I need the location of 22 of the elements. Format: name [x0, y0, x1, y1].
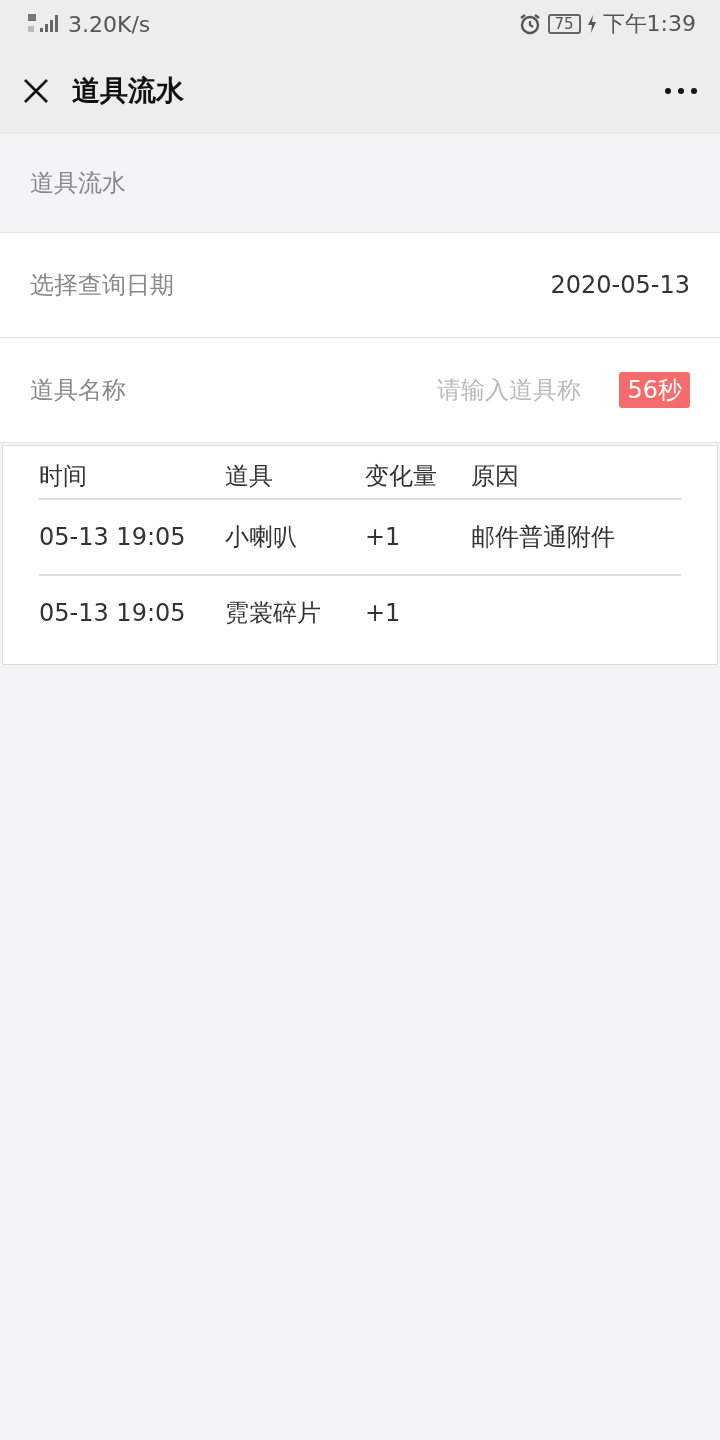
battery-level: 75 [547, 14, 581, 34]
table-cell-text: 05-13 19:05 [39, 599, 187, 627]
table-cell-text: 05-13 19:05 [39, 523, 187, 551]
network-speed: 3.20K/s [68, 11, 151, 37]
date-picker-row[interactable]: 选择查询日期 2020-05-13 [0, 233, 720, 338]
countdown-badge: 56秒 [619, 372, 690, 408]
table-cell-text: 霓裳碎片 [225, 598, 322, 629]
page-title: 道具流水 [72, 73, 184, 109]
column-header: 道具 [225, 461, 274, 492]
column-header: 原因 [471, 461, 519, 492]
table-cell-text: +1 [365, 523, 402, 551]
close-button[interactable] [22, 77, 50, 105]
charging-icon [586, 14, 597, 34]
more-button[interactable] [664, 87, 698, 95]
table-cell-text: 小喇叭 [225, 522, 298, 553]
clock-time: 下午1:39 [602, 10, 696, 38]
column-header: 时间 [39, 461, 88, 492]
table-cell-text: +1 [365, 599, 402, 627]
section-title: 道具流水 [30, 168, 126, 199]
table-cell-text: 邮件普通附件 [471, 522, 615, 553]
column-header: 变化量 [365, 461, 438, 492]
field-label: 道具名称 [30, 375, 127, 406]
